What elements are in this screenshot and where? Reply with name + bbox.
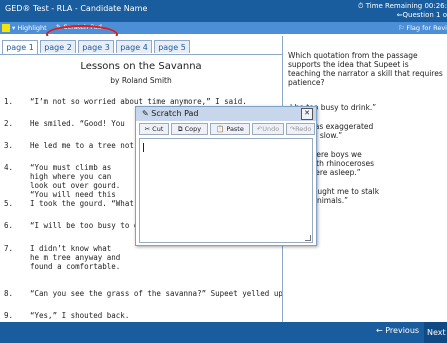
- scratch-pad-dialog: ✎ Scratch Pad ✕ ✂ Cut ⧉ Copy 📋 Paste ↶Un…: [135, 106, 317, 246]
- tool-bar: ▾ Highlight ✎ Scratch Pad ⚐ Flag for Rev…: [0, 22, 447, 34]
- tab-page-4[interactable]: page 4: [116, 40, 152, 53]
- line-number: 8.: [4, 289, 14, 298]
- line-number: 6.: [4, 221, 14, 230]
- clipboard-icon: 📋: [216, 125, 225, 133]
- redo-button[interactable]: ↷Redo: [286, 123, 315, 135]
- next-button[interactable]: Next: [424, 322, 447, 343]
- line-text: I took the gourd. “What: [30, 199, 134, 208]
- line-number: 9.: [4, 311, 14, 320]
- paste-button[interactable]: 📋 Paste: [210, 123, 250, 135]
- cut-button[interactable]: ✂ Cut: [139, 123, 169, 135]
- scratch-pad-header[interactable]: ✎ Scratch Pad ✕: [136, 107, 316, 121]
- flag-for-review-button[interactable]: ⚐ Flag for Revi: [398, 24, 447, 32]
- bottom-nav-bar: ← Previous Next: [0, 322, 447, 343]
- time-remaining[interactable]: ⏱ Time Remaining 00:26:: [358, 2, 447, 11]
- line-text: “Yes,” I shouted back.: [30, 311, 130, 320]
- line-number: 3.: [4, 141, 14, 150]
- undo-button[interactable]: ↶Undo: [252, 123, 284, 135]
- app-title: GED® Test - RLA - Candidate Name: [5, 4, 148, 13]
- tab-page-2[interactable]: page 2: [40, 40, 76, 53]
- line-number: 4.: [4, 163, 14, 172]
- tab-page-1[interactable]: page 1: [2, 40, 38, 55]
- line-text: He smiled. “Good! You: [30, 119, 125, 128]
- line-text: “Can you see the grass of the savanna?” …: [30, 289, 315, 298]
- line-text: “I will be too busy to d: [30, 221, 139, 230]
- clock-icon: ⏱: [358, 2, 364, 10]
- passage-author: by Roland Smith: [110, 76, 172, 85]
- scratch-pad-icon: ✎: [56, 23, 62, 31]
- line-number: 7.: [4, 244, 14, 253]
- tab-page-3[interactable]: page 3: [78, 40, 114, 53]
- highlight-button[interactable]: ▾ Highlight: [12, 24, 47, 32]
- tab-page-5[interactable]: page 5: [154, 40, 190, 53]
- line-text: He led me to a tree not: [30, 141, 134, 150]
- arrow-left-icon: ←: [376, 326, 383, 335]
- copy-button[interactable]: ⧉ Copy: [171, 123, 208, 135]
- pad-icon: ✎: [142, 109, 149, 118]
- scratch-pad-textarea[interactable]: [139, 138, 313, 243]
- text-caret: [143, 143, 144, 152]
- scratch-pad-button[interactable]: ✎ Scratch Pad: [56, 23, 102, 31]
- flag-icon: ⚐: [398, 24, 405, 32]
- line-number: 5.: [4, 199, 14, 208]
- highlight-swatch[interactable]: [2, 24, 10, 32]
- close-icon[interactable]: ✕: [301, 108, 313, 120]
- title-bar: GED® Test - RLA - Candidate Name ⏱ Time …: [0, 0, 447, 22]
- line-number: 2.: [4, 119, 14, 128]
- scissors-icon: ✂: [144, 125, 151, 133]
- chevron-down-icon: ▾: [12, 24, 16, 32]
- question-text: Which quotation from the passage support…: [288, 51, 443, 87]
- passage-title: Lessons on the Savanna: [80, 61, 202, 72]
- resize-handle[interactable]: [305, 235, 311, 241]
- line-text: I didn’t know what he m tree anyway and …: [30, 244, 121, 271]
- copy-icon: ⧉: [177, 125, 183, 133]
- line-number: 1.: [4, 97, 14, 106]
- previous-button[interactable]: ← Previous: [376, 326, 419, 335]
- scratch-pad-title: ✎ Scratch Pad: [142, 109, 199, 118]
- question-number: ⇐Question 1 o: [396, 11, 447, 19]
- line-text: “I’m not so worried about time anymore,”…: [30, 97, 247, 106]
- line-text: “You must climb as high where you can lo…: [30, 163, 121, 199]
